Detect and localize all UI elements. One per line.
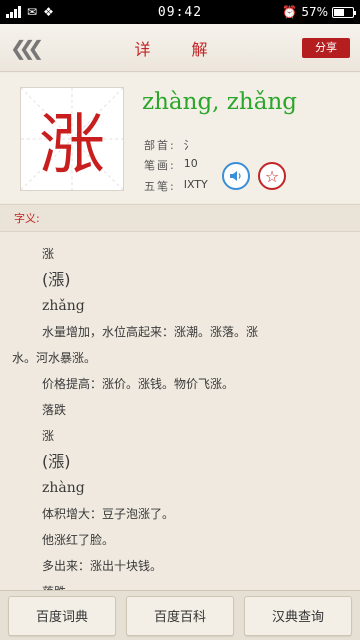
signal-icon: [6, 6, 21, 18]
speaker-icon: [230, 171, 241, 181]
share-button[interactable]: 分享: [302, 38, 350, 58]
definition-line: 涨: [42, 247, 55, 261]
definition-content: 涨 (漲) zhǎng 水量增加，水位高起来：涨潮。涨落。涨水。河水暴涨。价格提高：涨…: [0, 233, 360, 591]
radical-label: 部首:: [144, 139, 176, 152]
wubi-row: 五笔: IXTY: [144, 178, 208, 194]
strokes-row: 笔画: 10: [144, 157, 198, 173]
status-right: ⏰ 57%: [234, 5, 356, 19]
strokes-value: 10: [183, 157, 198, 170]
pronounce-button[interactable]: [222, 162, 250, 190]
character-glyph: 涨: [39, 106, 105, 183]
definition-line: 涨: [42, 429, 55, 443]
radical-value: 氵: [183, 139, 195, 152]
definition-line: zhàng: [42, 480, 85, 496]
definition-line: 落跌: [42, 403, 67, 417]
character-card: 涨 zhàng, zhǎng 部首: 氵 笔画: 10 五笔: IXTY: [0, 73, 360, 203]
definition-line: zhǎng: [42, 298, 85, 314]
definition-line: (漲): [42, 270, 71, 289]
header: ❮❮❮ 详 解 分享: [0, 24, 360, 72]
definition-line: 水。河水暴涨。: [12, 351, 97, 365]
star-icon: ☆: [264, 166, 280, 186]
character-pinyin: zhàng, zhǎng: [142, 89, 297, 115]
strokes-label: 笔画:: [144, 159, 176, 172]
battery-icon: [332, 6, 356, 18]
definition-line: 多出来：涨出十块钱。: [42, 559, 163, 573]
status-time: 09:42: [157, 4, 203, 20]
page-title: 详 解: [134, 39, 226, 59]
character-grid-box: 涨: [20, 87, 124, 191]
definition-line: (漲): [42, 452, 71, 471]
wubi-value: IXTY: [183, 178, 208, 191]
baidu-baike-button[interactable]: 百度百科: [126, 595, 234, 636]
battery-fill: [334, 8, 345, 16]
chevron-left-triple-icon: ❮❮❮: [10, 36, 44, 60]
baidu-dictionary-button[interactable]: 百度词典: [8, 595, 116, 636]
status-bar: ✉ ❖ 09:42 ⏰ 57%: [0, 0, 360, 24]
wubi-label: 五笔:: [144, 180, 176, 193]
wechat-icon: ✉: [27, 5, 38, 19]
battery-percent: 57%: [301, 5, 328, 19]
definition-line: 水量增加，水位高起来：涨潮。涨落。涨: [42, 325, 259, 339]
radical-row: 部首: 氵: [144, 137, 195, 153]
status-left: ✉ ❖: [6, 5, 126, 19]
definition-line: 价格提高：涨价。涨钱。物价飞涨。: [42, 377, 235, 391]
favorite-button[interactable]: ☆: [258, 162, 286, 190]
definition-line: 体积增大：豆子泡涨了。: [42, 507, 175, 521]
bottom-bar: 百度词典 百度百科 汉典查询: [0, 590, 360, 640]
back-button[interactable]: ❮❮❮: [10, 36, 44, 60]
definition-line: 他涨红了脸。: [42, 533, 115, 547]
zdic-lookup-button[interactable]: 汉典查询: [244, 595, 352, 636]
alarm-icon: ⏰: [282, 5, 298, 19]
notification-icon: ❖: [43, 5, 54, 19]
definition-section-label: 字义:: [0, 204, 360, 232]
